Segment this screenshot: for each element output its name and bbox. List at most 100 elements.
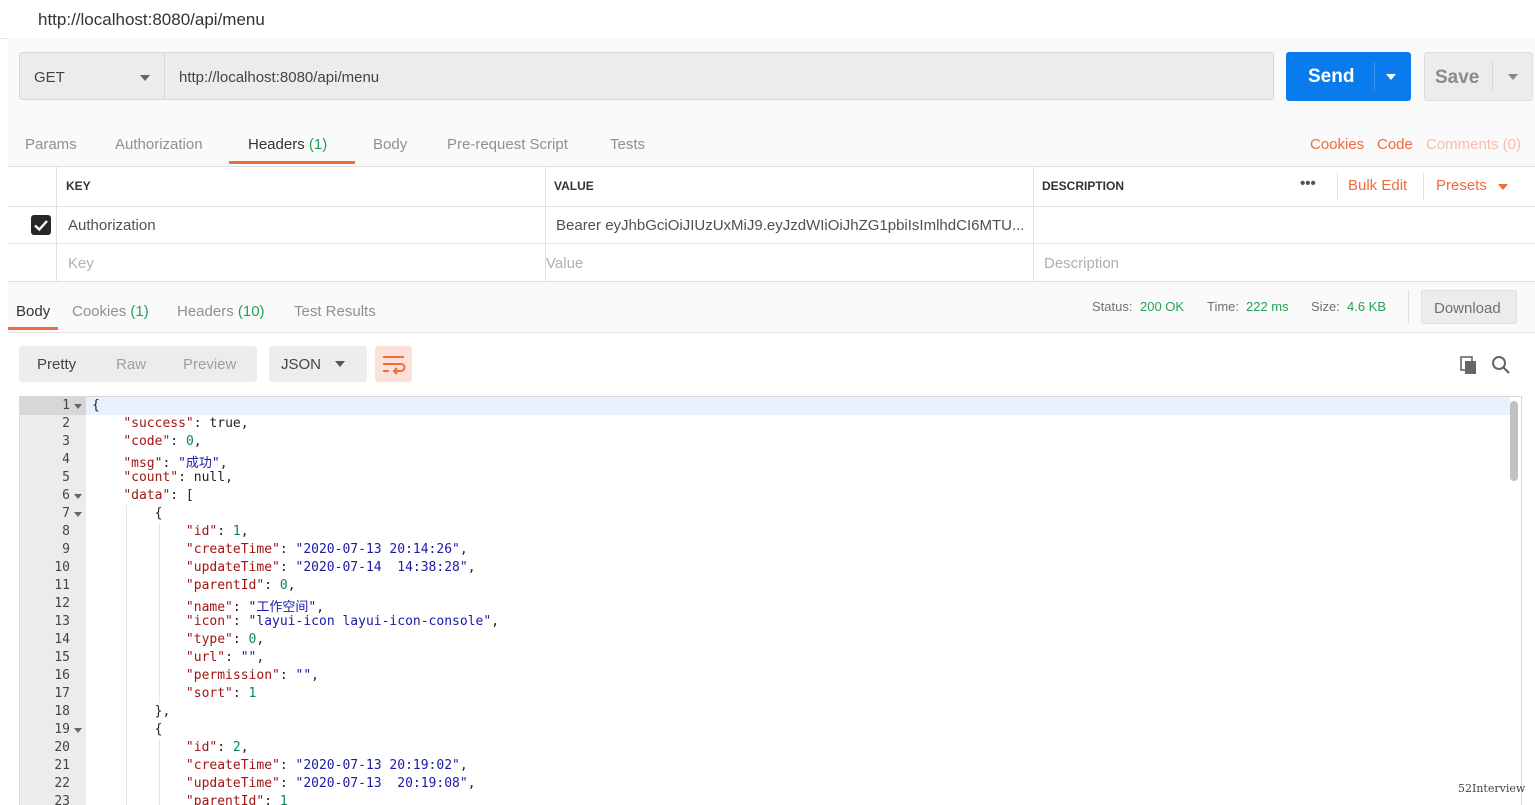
url-input[interactable]: http://localhost:8080/api/menu <box>164 52 1274 100</box>
code-line: 11 "parentId": 0, <box>54 578 296 593</box>
download-label: Download <box>1434 300 1501 317</box>
status-value: 200 OK <box>1140 299 1185 314</box>
headers-table: KEY VALUE DESCRIPTION ••• Bulk Edit Pres… <box>8 167 1535 282</box>
column-value: VALUE <box>554 179 594 193</box>
wrap-lines-button[interactable] <box>375 346 412 382</box>
format-value: JSON <box>281 356 322 373</box>
code-line: 19 { <box>54 722 163 737</box>
response-view-bar: Pretty Raw Preview JSON <box>8 333 1535 395</box>
fold-chevron-icon[interactable] <box>74 404 82 409</box>
code-line: 9 "createTime": "2020-07-13 20:14:26", <box>62 542 468 557</box>
code-line: 22 "updateTime": "2020-07-13 20:19:08", <box>54 776 476 791</box>
response-tab-cookies[interactable]: Cookies (1) <box>72 303 149 320</box>
view-pretty[interactable]: Pretty <box>37 356 76 373</box>
code-line: 6 "data": [ <box>62 488 194 503</box>
code-line: 3 "code": 0, <box>62 434 202 449</box>
tab-body[interactable]: Body <box>373 136 407 153</box>
active-tab-indicator <box>229 161 355 164</box>
response-tab-headers[interactable]: Headers (10) <box>177 303 265 320</box>
fold-chevron-icon[interactable] <box>74 728 82 733</box>
response-body-editor[interactable]: 1 { 2 "success": true, 3 "code": 0, 4 "m… <box>19 396 1522 805</box>
time-value: 222 ms <box>1246 299 1289 314</box>
code-line: 18 }, <box>54 704 171 719</box>
code-line: 13 "icon": "layui-icon layui-icon-consol… <box>54 614 500 629</box>
tab-headers-count: (1) <box>308 136 328 153</box>
editor-scrollbar[interactable] <box>1510 401 1518 481</box>
copy-icon[interactable] <box>1459 355 1479 380</box>
bulk-edit-link[interactable]: Bulk Edit <box>1348 177 1407 194</box>
tab-tests[interactable]: Tests <box>610 136 645 153</box>
code-line: 4 "msg": "成功", <box>62 452 228 471</box>
headers-table-header: KEY VALUE DESCRIPTION ••• Bulk Edit Pres… <box>8 167 1535 207</box>
column-description: DESCRIPTION <box>1042 179 1125 193</box>
more-options-icon[interactable]: ••• <box>1300 175 1316 192</box>
tab-prerequest-script[interactable]: Pre-request Script <box>447 136 568 153</box>
save-button[interactable]: Save <box>1424 52 1533 101</box>
view-raw[interactable]: Raw <box>116 356 146 373</box>
view-preview[interactable]: Preview <box>183 356 236 373</box>
format-select[interactable]: JSON <box>269 346 367 382</box>
code-line: 15 "url": "", <box>54 650 265 665</box>
response-tab-cookies-label: Cookies <box>72 303 127 320</box>
response-tab-headers-label: Headers <box>177 303 234 320</box>
code-line: 10 "updateTime": "2020-07-14 14:38:28", <box>54 560 476 575</box>
code-line: 5 "count": null, <box>62 470 233 485</box>
response-tab-body[interactable]: Body <box>16 303 50 320</box>
status-label: Status: <box>1092 299 1133 314</box>
save-label: Save <box>1435 67 1480 88</box>
size-value: 4.6 KB <box>1347 299 1387 314</box>
url-value: http://localhost:8080/api/menu <box>179 69 380 86</box>
window-title: http://localhost:8080/api/menu <box>38 10 265 29</box>
watermark-text: 52Interview <box>1458 782 1526 795</box>
tab-authorization[interactable]: Authorization <box>115 136 203 153</box>
active-response-tab-indicator <box>8 327 58 330</box>
comments-link[interactable]: Comments (0) <box>1426 136 1521 153</box>
request-bar: GET http://localhost:8080/api/menu Send … <box>8 38 1535 117</box>
download-button[interactable]: Download <box>1421 290 1517 324</box>
value-input[interactable]: Value <box>546 255 583 272</box>
fold-chevron-icon[interactable] <box>74 512 82 517</box>
response-tab-test-results[interactable]: Test Results <box>294 303 376 320</box>
search-icon[interactable] <box>1491 355 1511 380</box>
code-line: 14 "type": 0, <box>54 632 265 647</box>
send-button[interactable]: Send <box>1286 52 1411 101</box>
wrap-lines-icon <box>383 356 406 375</box>
send-label: Send <box>1308 66 1355 87</box>
header-value[interactable]: Bearer eyJhbGciOiJIUzUxMiJ9.eyJzdWIiOiJh… <box>556 217 1024 234</box>
size-label: Size: <box>1311 299 1340 314</box>
tab-headers[interactable]: Headers (1) <box>248 136 327 153</box>
table-row: Authorization Bearer eyJhbGciOiJIUzUxMiJ… <box>8 206 1535 244</box>
tab-params[interactable]: Params <box>25 136 77 153</box>
time-label: Time: <box>1207 299 1240 314</box>
view-mode-segmented: Pretty Raw Preview <box>19 346 257 382</box>
response-tab-headers-count: (10) <box>237 303 265 320</box>
presets-dropdown[interactable]: Presets <box>1436 177 1487 194</box>
code-line: 16 "permission": "", <box>54 668 319 683</box>
request-tabs: Params Authorization Headers (1) Body Pr… <box>8 116 1535 167</box>
header-key[interactable]: Authorization <box>68 217 156 234</box>
method-select[interactable]: GET <box>19 52 164 100</box>
response-tabs: Body Cookies (1) Headers (10) Test Resul… <box>8 282 1535 333</box>
tab-headers-label: Headers <box>248 136 305 153</box>
send-options-chevron-icon[interactable] <box>1386 74 1396 80</box>
table-row-new: Key Value Description <box>8 244 1535 281</box>
method-value: GET <box>34 69 65 86</box>
save-options-chevron-icon[interactable] <box>1508 74 1518 80</box>
code-line: 7 { <box>62 506 163 521</box>
cookies-link[interactable]: Cookies <box>1310 136 1364 153</box>
code-line: 8 "id": 1, <box>62 524 249 539</box>
key-input[interactable]: Key <box>68 255 94 272</box>
fold-chevron-icon[interactable] <box>74 494 82 499</box>
description-input[interactable]: Description <box>1044 255 1119 272</box>
row-enabled-checkbox[interactable] <box>31 215 51 235</box>
code-line: 21 "createTime": "2020-07-13 20:19:02", <box>54 758 468 773</box>
code-line: 2 "success": true, <box>62 416 249 431</box>
code-line: 17 "sort": 1 <box>54 686 257 701</box>
response-tab-cookies-count: (1) <box>130 303 149 320</box>
check-icon <box>34 220 48 232</box>
column-key: KEY <box>66 179 91 193</box>
window-title-bar: http://localhost:8080/api/menu <box>0 0 1535 39</box>
presets-chevron-icon[interactable] <box>1498 184 1508 190</box>
code-line: 12 "name": "工作空间", <box>54 596 325 615</box>
code-link[interactable]: Code <box>1377 136 1413 153</box>
